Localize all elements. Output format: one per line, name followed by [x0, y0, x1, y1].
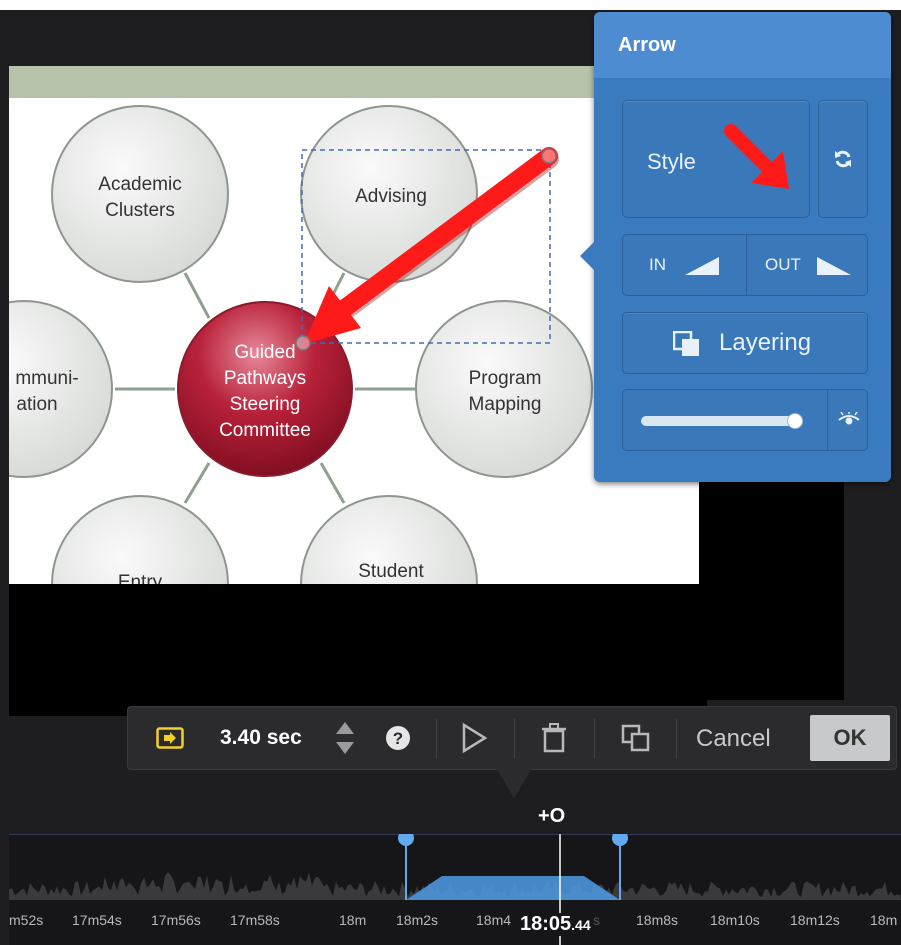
in-label: IN — [649, 255, 666, 274]
arrow-start-handle[interactable] — [541, 148, 557, 164]
node-text: Clusters — [105, 200, 175, 221]
ok-button[interactable]: OK — [810, 715, 890, 761]
out-animation-button[interactable]: OUT — [747, 235, 867, 295]
trash-icon — [542, 723, 566, 753]
style-label: Style — [647, 149, 696, 174]
add-marker-button[interactable]: +O — [538, 805, 565, 828]
tick-label: 17m58s — [230, 912, 280, 928]
node-communication — [9, 300, 113, 478]
node-text: Advising — [355, 186, 427, 207]
delete-button[interactable] — [534, 707, 574, 769]
fade-in-icon — [685, 257, 719, 275]
clip-toolbar: 3.40 sec ? Cancel OK — [127, 706, 897, 770]
toolbar-divider — [514, 719, 515, 759]
node-text: Mapping — [469, 394, 542, 415]
refresh-icon — [835, 150, 851, 168]
tick-label: 18m10s — [710, 912, 760, 928]
svg-text:?: ? — [393, 729, 403, 748]
duplicate-icon — [621, 724, 650, 752]
in-out-group: IN OUT — [622, 234, 868, 296]
fade-out-icon — [817, 257, 851, 275]
tick-label: 18m12s — [790, 912, 840, 928]
tick-label: 18m8s — [636, 912, 679, 928]
tick-label: 18m4 — [476, 912, 512, 928]
tick-label: 18m — [870, 912, 898, 928]
playhead-time: 18:05.44 — [518, 913, 593, 936]
timeline-ruler: m52s 17m54s 17m56s 17m58s 18m 18m2s 18m4… — [0, 912, 901, 934]
node-text: Student — [358, 561, 424, 582]
node-text: Academic — [98, 174, 181, 195]
duplicate-button[interactable] — [616, 707, 656, 769]
playhead-time-main: 18:05 — [520, 913, 572, 935]
node-text: Steering — [230, 394, 301, 415]
opacity-slider-group — [622, 389, 868, 451]
opacity-slider-track[interactable] — [641, 416, 803, 426]
out-label: OUT — [765, 255, 801, 274]
toolbar-divider — [594, 719, 595, 759]
popup-caret — [580, 242, 594, 270]
tick-label: 17m54s — [72, 912, 122, 928]
toolbar-divider — [676, 719, 677, 759]
duration-stepper[interactable] — [332, 707, 358, 769]
node-program-mapping — [415, 300, 593, 478]
playhead-time-frac: .44 — [571, 917, 591, 933]
arrow-properties-panel: Arrow Style IN OUT Layering — [580, 12, 891, 482]
help-button[interactable]: ? — [378, 707, 418, 769]
layers-icon — [673, 331, 699, 356]
popup-title: Arrow — [618, 34, 676, 56]
clip-range[interactable] — [406, 876, 620, 900]
eye-icon — [837, 412, 860, 425]
tick-label: 18m — [339, 912, 367, 928]
arrow-end-handle[interactable] — [295, 335, 311, 351]
node-text: mmuni- — [15, 368, 78, 389]
range-start-handle[interactable] — [398, 834, 414, 846]
toolbar-caret — [496, 768, 532, 798]
in-animation-button[interactable]: IN — [623, 235, 747, 295]
node-text: Committee — [219, 420, 311, 441]
toolbar-divider — [436, 719, 437, 759]
node-text: ation — [16, 394, 57, 415]
node-text: Guided — [234, 342, 295, 363]
opacity-slider-thumb[interactable] — [786, 413, 803, 429]
range-end-handle[interactable] — [612, 834, 628, 846]
node-text: Pathways — [224, 368, 306, 389]
node-text: Program — [469, 368, 542, 389]
tick-label: 18m2s — [396, 912, 439, 928]
stepper-arrows-icon — [336, 722, 354, 754]
redacted-area — [9, 584, 707, 716]
top-edge — [0, 0, 901, 10]
cancel-button[interactable]: Cancel — [696, 721, 771, 757]
visibility-toggle[interactable] — [827, 390, 869, 450]
popup-header: Arrow — [594, 12, 891, 78]
layering-button[interactable]: Layering — [622, 312, 868, 374]
screencast-editor: Academic Clusters Advising mmuni- ation … — [0, 0, 901, 945]
help-icon: ? — [386, 726, 410, 750]
duration-value[interactable]: 3.40 sec — [220, 726, 302, 750]
layering-label: Layering — [719, 329, 812, 356]
play-icon — [462, 723, 487, 753]
preview-dark-area — [699, 470, 844, 700]
play-button[interactable] — [454, 707, 494, 769]
tick-label: m52s — [9, 912, 44, 928]
transition-button[interactable] — [150, 707, 190, 769]
tick-label: 17m56s — [151, 912, 201, 928]
enter-arrow-icon — [156, 727, 184, 749]
reset-style-button[interactable] — [818, 100, 868, 218]
arrow-style-preview-icon — [724, 124, 789, 189]
style-button[interactable]: Style — [622, 100, 810, 218]
